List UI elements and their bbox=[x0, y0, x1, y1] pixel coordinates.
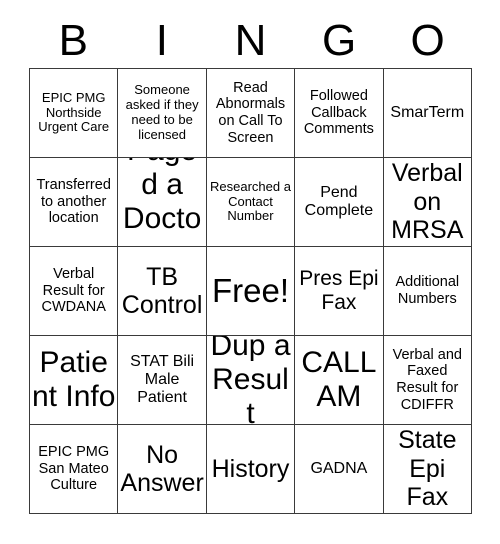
bingo-cell-label: EPIC PMG Northside Urgent Care bbox=[38, 89, 110, 135]
bingo-cell-label: Patient Info bbox=[32, 345, 116, 413]
bingo-cell-label: Pres Epi Fax bbox=[299, 267, 379, 314]
bingo-cell-label: Verbal and Faxed Result for CDIFFR bbox=[392, 346, 462, 413]
bingo-card: B I N G O EPIC PMG Northside Urgent Care… bbox=[0, 0, 500, 544]
bingo-cell-free[interactable]: Free! bbox=[206, 247, 296, 336]
bingo-cell-label: Transferred to another location bbox=[36, 177, 111, 227]
bingo-cell-label: Someone asked if they need to be license… bbox=[125, 82, 199, 142]
bingo-cell[interactable]: Verbal on MRSA bbox=[383, 158, 472, 247]
bingo-cell-label: Pend Complete bbox=[304, 183, 374, 219]
bingo-cell[interactable]: Patient Info bbox=[30, 336, 119, 425]
bingo-cell-label: History bbox=[211, 454, 290, 483]
bingo-cell-label: TB Control bbox=[121, 262, 203, 320]
bingo-cell[interactable]: Researched a Contact Number bbox=[206, 158, 296, 247]
bingo-grid: EPIC PMG Northside Urgent Care Someone a… bbox=[29, 68, 472, 514]
bingo-cell[interactable]: Verbal Result for CWDANA bbox=[30, 247, 119, 336]
bingo-cell-label: CALL AM bbox=[301, 345, 377, 413]
bingo-cell[interactable]: History bbox=[206, 425, 296, 514]
bingo-cell[interactable]: Verbal and Faxed Result for CDIFFR bbox=[383, 336, 472, 425]
bingo-cell[interactable]: Read Abnormals on Call To Screen bbox=[206, 69, 296, 158]
bingo-cell-label: Additional Numbers bbox=[395, 274, 460, 307]
bingo-cell[interactable]: SmarTerm bbox=[383, 69, 472, 158]
bingo-header: B I N G O bbox=[29, 14, 472, 68]
bingo-cell-label: Researched a Contact Number bbox=[210, 178, 291, 224]
bingo-cell[interactable]: STAT Bili Male Patient bbox=[118, 336, 207, 425]
bingo-cell[interactable]: No Answer bbox=[118, 425, 207, 514]
bingo-cell-label: EPIC PMG San Mateo Culture bbox=[38, 444, 110, 494]
bingo-cell[interactable]: Pres Epi Fax bbox=[295, 247, 384, 336]
bingo-cell-label: Verbal on MRSA bbox=[391, 159, 464, 245]
bingo-cell-label: State Epi Fax bbox=[398, 426, 457, 512]
bingo-cell-label: Followed Callback Comments bbox=[303, 88, 374, 138]
header-letter-g: G bbox=[321, 16, 357, 65]
bingo-cell-label: Free! bbox=[211, 272, 289, 310]
bingo-cell[interactable]: Additional Numbers bbox=[383, 247, 472, 336]
bingo-cell[interactable]: Paged a Doctor bbox=[118, 158, 207, 247]
bingo-cell[interactable]: GADNA bbox=[295, 425, 384, 514]
bingo-cell-label: Verbal Result for CWDANA bbox=[41, 266, 106, 316]
bingo-cell-label: Paged a Doctor bbox=[122, 158, 202, 246]
bingo-cell[interactable]: State Epi Fax bbox=[383, 425, 472, 514]
bingo-cell[interactable]: Transferred to another location bbox=[30, 158, 119, 247]
bingo-cell[interactable]: Dup a Result bbox=[206, 336, 296, 425]
bingo-cell-label: STAT Bili Male Patient bbox=[130, 352, 195, 407]
bingo-cell-label: Read Abnormals on Call To Screen bbox=[215, 79, 286, 146]
header-letter-b: B bbox=[58, 16, 88, 65]
header-letter-o: O bbox=[410, 16, 445, 65]
bingo-cell[interactable]: Someone asked if they need to be license… bbox=[118, 69, 207, 158]
bingo-cell-label: Dup a Result bbox=[210, 336, 291, 425]
bingo-cell[interactable]: TB Control bbox=[118, 247, 207, 336]
header-letter-i: I bbox=[155, 16, 168, 65]
bingo-cell-label: No Answer bbox=[120, 440, 204, 498]
bingo-cell[interactable]: Pend Complete bbox=[295, 158, 384, 247]
bingo-cell-label: GADNA bbox=[310, 459, 368, 477]
bingo-cell[interactable]: EPIC PMG San Mateo Culture bbox=[30, 425, 119, 514]
bingo-cell[interactable]: CALL AM bbox=[295, 336, 384, 425]
bingo-cell[interactable]: EPIC PMG Northside Urgent Care bbox=[30, 69, 119, 158]
header-letter-n: N bbox=[234, 16, 267, 65]
bingo-cell[interactable]: Followed Callback Comments bbox=[295, 69, 384, 158]
bingo-cell-label: SmarTerm bbox=[390, 103, 465, 121]
